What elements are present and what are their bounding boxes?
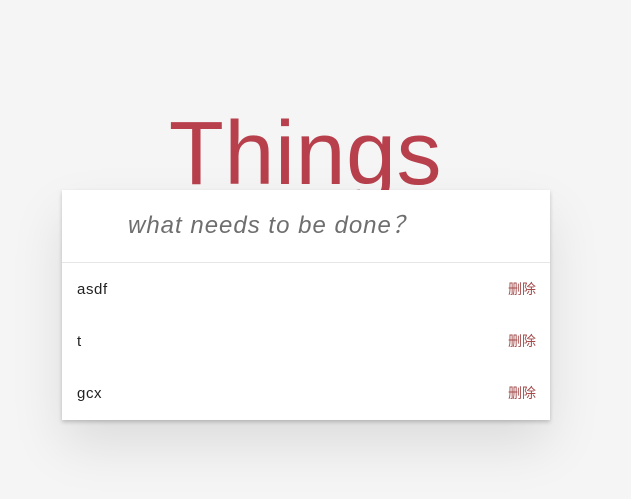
todo-item: asdf 删除	[62, 263, 550, 315]
new-todo-container	[62, 190, 550, 263]
new-todo-input[interactable]	[62, 190, 550, 262]
todo-text: t	[77, 332, 82, 350]
todo-text: asdf	[77, 280, 108, 298]
delete-button[interactable]: 删除	[508, 331, 536, 351]
todo-text: gcx	[77, 384, 103, 402]
delete-button[interactable]: 删除	[508, 383, 536, 403]
todo-item: t 删除	[62, 315, 550, 367]
todo-list: asdf 删除 t 删除 gcx 删除	[62, 263, 550, 419]
delete-button[interactable]: 删除	[508, 279, 536, 299]
todo-item: gcx 删除	[62, 367, 550, 419]
todo-card: asdf 删除 t 删除 gcx 删除	[62, 190, 550, 420]
